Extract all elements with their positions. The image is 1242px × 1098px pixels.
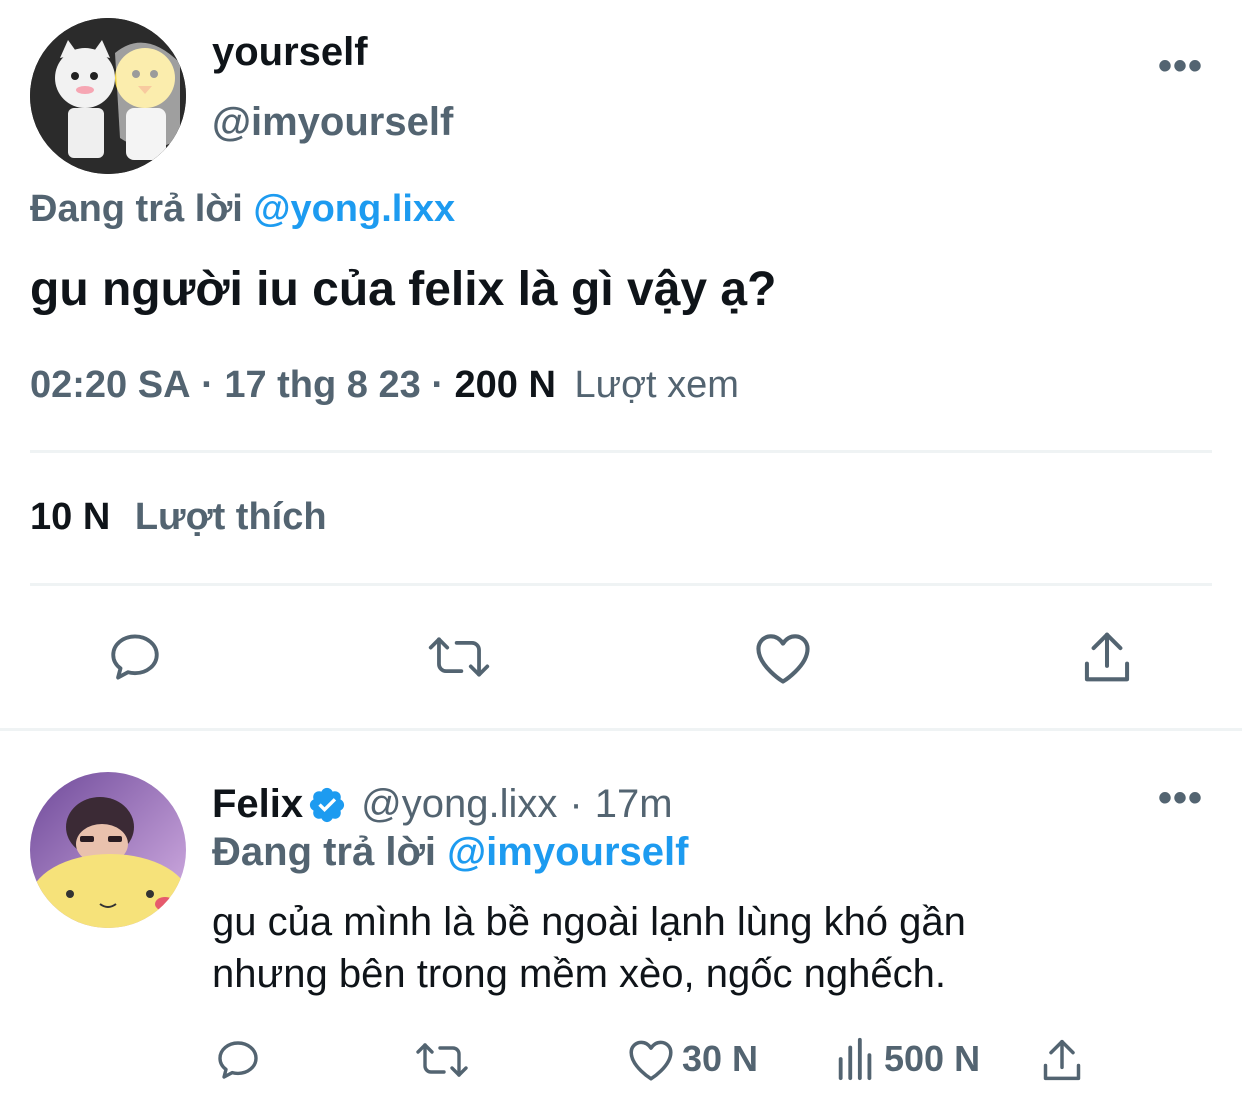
- user-handle[interactable]: @imyourself: [212, 100, 453, 145]
- views-count: 500 N: [884, 1038, 981, 1079]
- more-options-icon[interactable]: •••: [1158, 778, 1203, 818]
- divider: [30, 583, 1212, 586]
- divider: [30, 450, 1212, 453]
- views-chart-icon: [834, 1036, 878, 1082]
- time-ago[interactable]: 17m: [595, 782, 673, 827]
- tweet-meta: 02:20 SA · 17 thg 8 23 · 200 N Lượt xem: [30, 364, 739, 407]
- views-count: 200 N: [454, 364, 556, 406]
- tweet-text: gu người iu của felix là gì vậy ạ?: [30, 263, 777, 316]
- retweet-icon[interactable]: [426, 628, 492, 686]
- share-icon[interactable]: [1040, 1036, 1084, 1084]
- reply-header: Felix @yong.lixx · 17m: [212, 782, 673, 827]
- likes-count: 10 N: [30, 496, 111, 538]
- reply-context: Đang trả lời @imyourself: [212, 830, 688, 875]
- heart-icon: [626, 1036, 676, 1082]
- reply-to-link[interactable]: @imyourself: [447, 830, 688, 874]
- reply-context: Đang trả lời @yong.lixx: [30, 188, 455, 231]
- avatar-yourself[interactable]: [30, 18, 186, 174]
- display-name[interactable]: yourself: [212, 30, 368, 75]
- reply-icon[interactable]: [106, 628, 164, 686]
- reply-text: gu của mình là bề ngoài lạnh lùng khó gầ…: [212, 900, 966, 996]
- views-stat[interactable]: 500 N: [834, 1036, 980, 1082]
- reply-icon[interactable]: [214, 1036, 262, 1084]
- avatar-image: [30, 18, 186, 174]
- avatar-image: [30, 772, 186, 928]
- section-divider: [0, 728, 1242, 731]
- verified-badge-icon: [307, 785, 347, 825]
- user-handle[interactable]: @yong.lixx: [361, 782, 557, 827]
- reply-prefix: Đang trả lời: [30, 188, 243, 230]
- views-label: Lượt xem: [574, 364, 739, 406]
- more-options-icon[interactable]: •••: [1158, 46, 1203, 86]
- display-name[interactable]: Felix: [212, 782, 303, 827]
- tweet-time[interactable]: 02:20 SA: [30, 364, 191, 406]
- heart-icon[interactable]: [752, 628, 814, 686]
- meta-separator: ·: [201, 364, 214, 406]
- tweet-date[interactable]: 17 thg 8 23: [224, 364, 420, 406]
- meta-separator: ·: [431, 364, 444, 406]
- reply-prefix: Đang trả lời: [212, 830, 437, 874]
- likes-summary[interactable]: 10 N Lượt thích: [30, 496, 327, 539]
- avatar-felix[interactable]: [30, 772, 186, 928]
- retweet-icon[interactable]: [414, 1036, 470, 1084]
- share-icon[interactable]: [1080, 628, 1134, 686]
- like-count: 30 N: [682, 1038, 759, 1079]
- reply-to-link[interactable]: @yong.lixx: [253, 188, 455, 230]
- meta-separator: ·: [569, 782, 583, 826]
- like-stat[interactable]: 30 N: [626, 1036, 758, 1082]
- likes-label: Lượt thích: [134, 496, 327, 538]
